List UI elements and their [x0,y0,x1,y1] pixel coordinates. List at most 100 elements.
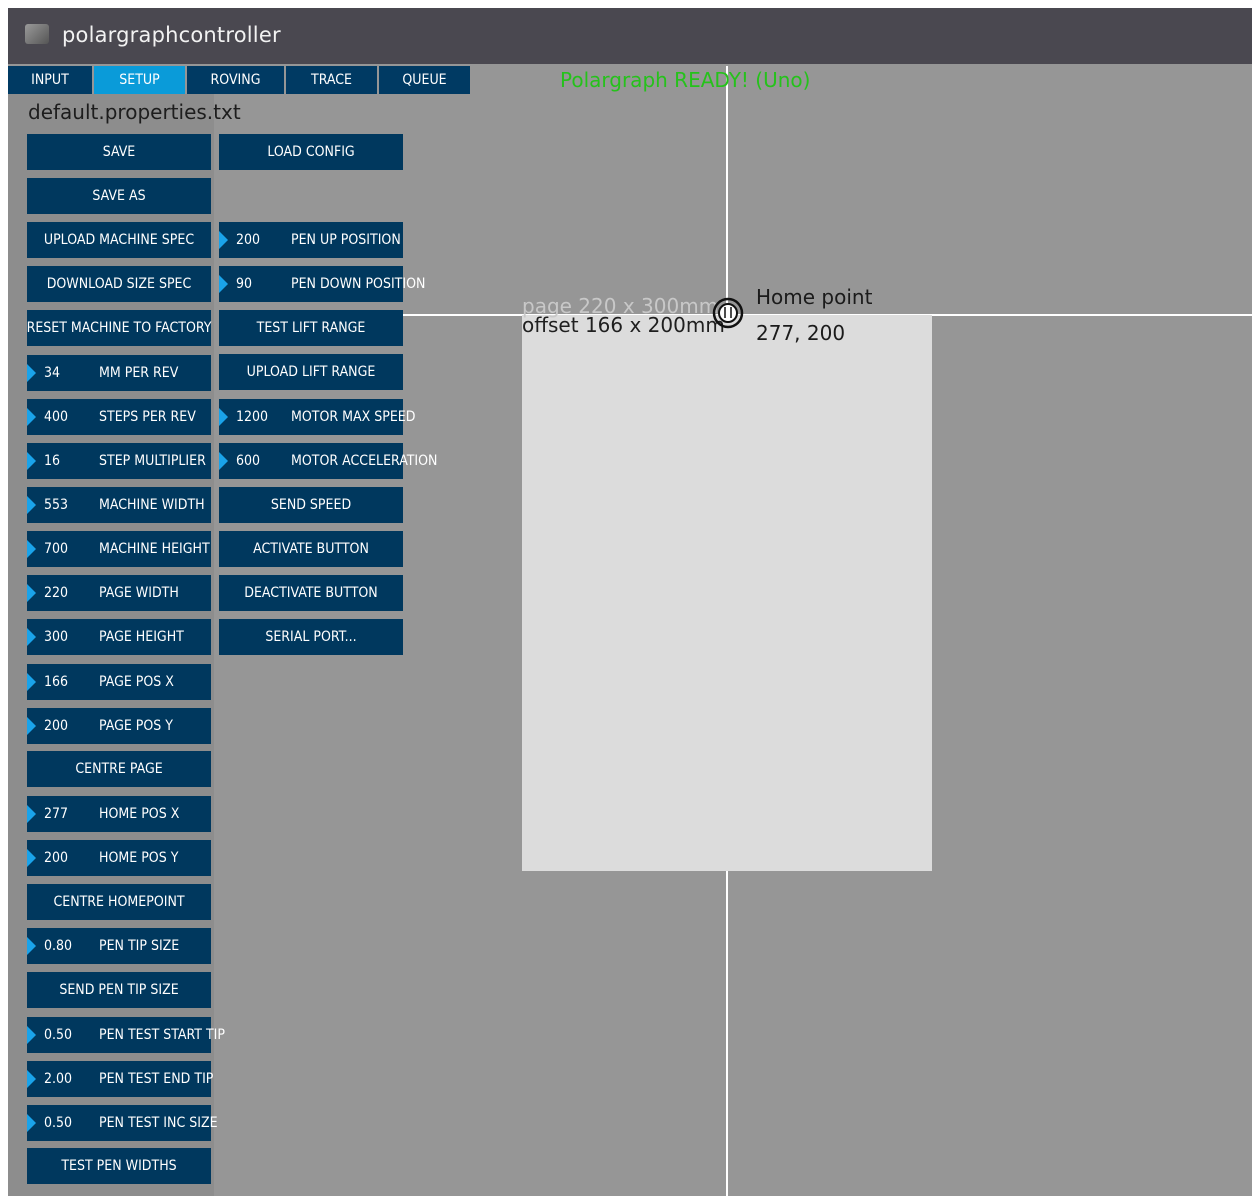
step-multiplier-arrow-icon [27,452,36,470]
page-width-value: 220 [44,585,69,601]
home-pos-x-arrow-icon [27,805,36,823]
step-multiplier-label: STEP MULTIPLIER [99,453,206,469]
reset-machine-label: RESET MACHINE TO FACTORY [26,320,212,336]
machine-width-arrow-icon [27,496,36,514]
pen-test-start-tip-label: PEN TEST START TIP [99,1027,225,1043]
pen-down-position-value: 90 [236,276,253,292]
mm-per-rev-arrow-icon [27,364,36,382]
pen-down-position-control[interactable]: 90 PEN DOWN POSITION [219,266,425,302]
home-point-marker-icon[interactable] [711,296,745,330]
pen-test-inc-size-control[interactable]: 0.50 PEN TEST INC SIZE [27,1105,218,1141]
pen-test-end-tip-control[interactable]: 2.00 PEN TEST END TIP [27,1061,213,1097]
page-width-control[interactable]: 220 PAGE WIDTH [27,575,211,611]
upload-machine-spec-button[interactable]: UPLOAD MACHINE SPEC [27,222,211,258]
steps-per-rev-arrow-icon [27,408,36,426]
pen-test-end-tip-value: 2.00 [44,1071,73,1087]
mm-per-rev-control[interactable]: 34 MM PER REV [27,355,211,391]
tab-input-label: INPUT [31,72,69,88]
page-pos-x-control[interactable]: 166 PAGE POS X [27,664,211,700]
motor-max-speed-control[interactable]: 1200 MOTOR MAX SPEED [219,399,415,435]
machine-height-value: 700 [44,541,69,557]
tab-input[interactable]: INPUT [8,66,92,94]
machine-height-arrow-icon [27,540,36,558]
activate-button[interactable]: ACTIVATE BUTTON [219,531,403,567]
motor-max-speed-value: 1200 [236,409,269,425]
home-pos-y-control[interactable]: 200 HOME POS Y [27,840,211,876]
step-multiplier-value: 16 [44,453,61,469]
tab-trace[interactable]: TRACE [286,66,377,94]
send-speed-label: SEND SPEED [270,497,352,513]
steps-per-rev-label: STEPS PER REV [99,409,196,425]
tab-roving-label: ROVING [210,72,261,88]
machine-width-label: MACHINE WIDTH [99,497,205,513]
reset-machine-button[interactable]: RESET MACHINE TO FACTORY [27,310,211,346]
page-pos-y-control[interactable]: 200 PAGE POS Y [27,708,211,744]
load-config-label: LOAD CONFIG [267,144,355,160]
pen-test-inc-size-label: PEN TEST INC SIZE [99,1115,218,1131]
machine-width-control[interactable]: 553 MACHINE WIDTH [27,487,211,523]
motor-acceleration-label: MOTOR ACCELERATION [291,453,438,469]
load-config-button[interactable]: LOAD CONFIG [219,134,403,170]
motor-max-speed-label: MOTOR MAX SPEED [291,409,416,425]
motor-max-speed-arrow-icon [219,408,228,426]
step-multiplier-control[interactable]: 16 STEP MULTIPLIER [27,443,211,479]
page-area[interactable] [522,315,932,871]
pen-tip-size-control[interactable]: 0.80 PEN TIP SIZE [27,928,211,964]
centre-homepoint-button[interactable]: CENTRE HOMEPOINT [27,884,211,920]
connection-status: Polargraph READY! (Uno) [560,68,811,92]
pen-up-position-control[interactable]: 200 PEN UP POSITION [219,222,403,258]
mm-per-rev-value: 34 [44,365,61,381]
save-as-button[interactable]: SAVE AS [27,178,211,214]
home-point-coords: 277, 200 [756,321,846,345]
serial-port-button[interactable]: SERIAL PORT... [219,619,403,655]
page-offset-label: offset 166 x 200mm [522,313,725,337]
centre-homepoint-label: CENTRE HOMEPOINT [53,894,185,910]
steps-per-rev-value: 400 [44,409,69,425]
motor-acceleration-control[interactable]: 600 MOTOR ACCELERATION [219,443,437,479]
pen-test-inc-size-arrow-icon [27,1114,36,1132]
page-height-value: 300 [44,629,69,645]
deactivate-button-label: DEACTIVATE BUTTON [244,585,378,601]
page-pos-y-arrow-icon [27,717,36,735]
upload-lift-range-label: UPLOAD LIFT RANGE [246,364,376,380]
centre-page-button[interactable]: CENTRE PAGE [27,751,211,787]
pen-down-position-arrow-icon [219,275,228,293]
send-speed-button[interactable]: SEND SPEED [219,487,403,523]
pen-up-position-value: 200 [236,232,261,248]
upload-lift-range-button[interactable]: UPLOAD LIFT RANGE [219,354,403,390]
home-pos-x-control[interactable]: 277 HOME POS X [27,796,211,832]
tab-roving[interactable]: ROVING [187,66,284,94]
home-pos-x-label: HOME POS X [99,806,180,822]
page-height-control[interactable]: 300 PAGE HEIGHT [27,619,211,655]
pen-test-start-tip-arrow-icon [27,1026,36,1044]
machine-width-value: 553 [44,497,69,513]
tab-queue[interactable]: QUEUE [379,66,470,94]
steps-per-rev-control[interactable]: 400 STEPS PER REV [27,399,211,435]
save-button[interactable]: SAVE [27,134,211,170]
send-pen-tip-size-button[interactable]: SEND PEN TIP SIZE [27,972,211,1008]
deactivate-button[interactable]: DEACTIVATE BUTTON [219,575,403,611]
test-lift-range-button[interactable]: TEST LIFT RANGE [219,310,403,346]
motor-acceleration-value: 600 [236,453,261,469]
tab-setup[interactable]: SETUP [94,66,185,94]
machine-height-label: MACHINE HEIGHT [99,541,210,557]
activate-button-label: ACTIVATE BUTTON [253,541,369,557]
test-lift-range-label: TEST LIFT RANGE [256,320,366,336]
pen-test-start-tip-control[interactable]: 0.50 PEN TEST START TIP [27,1017,225,1053]
upload-machine-spec-label: UPLOAD MACHINE SPEC [43,232,195,248]
tab-trace-label: TRACE [311,72,352,88]
title-bar: polargraphcontroller [8,8,1252,64]
centre-page-label: CENTRE PAGE [75,761,163,777]
window-title: polargraphcontroller [62,23,281,47]
motor-acceleration-arrow-icon [219,452,228,470]
page-pos-x-label: PAGE POS X [99,674,174,690]
app-icon [25,24,49,44]
machine-height-control[interactable]: 700 MACHINE HEIGHT [27,531,211,567]
pen-down-position-label: PEN DOWN POSITION [291,276,426,292]
download-size-spec-button[interactable]: DOWNLOAD SIZE SPEC [27,266,211,302]
home-pos-y-value: 200 [44,850,69,866]
page-pos-x-value: 166 [44,674,69,690]
page-width-arrow-icon [27,584,36,602]
test-pen-widths-button[interactable]: TEST PEN WIDTHS [27,1148,211,1184]
pen-test-end-tip-arrow-icon [27,1070,36,1088]
